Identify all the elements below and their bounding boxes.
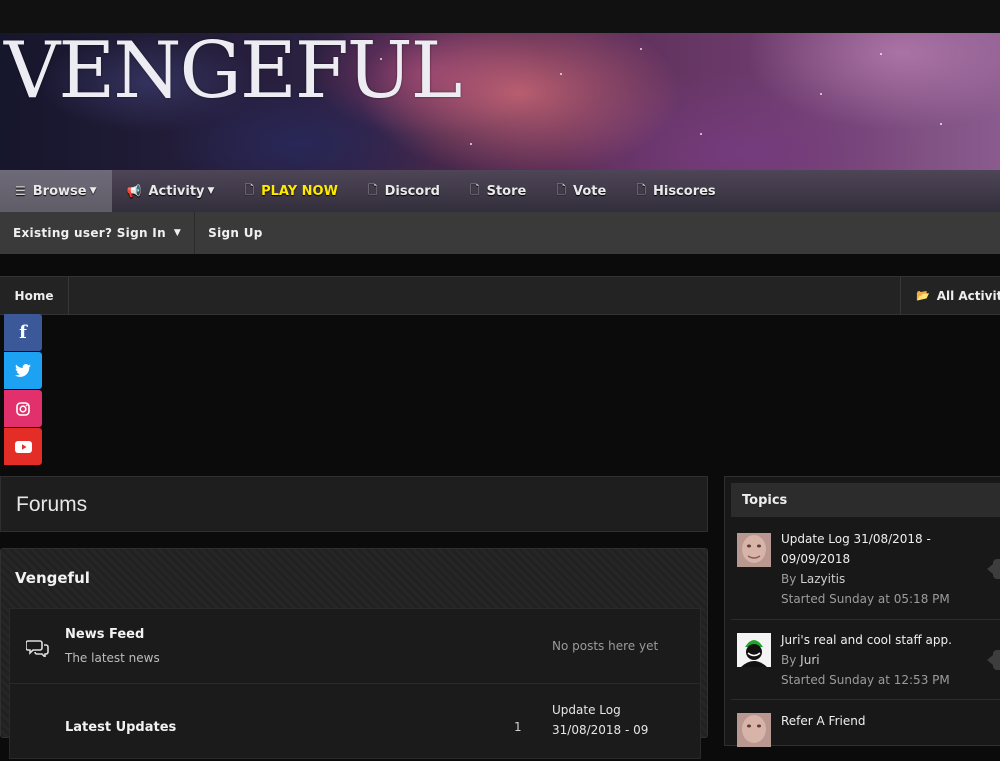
list-icon: ☰ [15,184,26,198]
reply-count-badge [987,559,1000,579]
site-logo[interactable]: VENGEFUL [4,32,462,110]
page-icon: 🗋 [244,182,255,197]
sidebar-title: Topics [731,483,1000,517]
topic-item: Refer A Friend [731,701,1000,761]
facebook-button[interactable]: f [4,314,42,351]
topic-author: By Juri [781,653,820,667]
breadcrumb-home[interactable]: Home [0,277,69,314]
caret-down-icon: ▼ [207,186,215,196]
topics-sidebar: Topics Update Log 31/08/2018 - 09/09/201… [724,476,1000,747]
megaphone-icon: 📢 [126,184,142,198]
folder-icon: 📂 [916,289,930,302]
user-bar: Existing user? Sign In ▼ Sign Up [0,212,1000,254]
forum-row-news-feed: News Feed The latest news No posts here … [9,608,701,684]
chat-bubbles-icon [26,640,49,657]
topic-started: Started Sunday at 12:53 PM [781,673,950,687]
reply-count-badge [987,650,1000,670]
page-icon: 🗋 [636,182,646,197]
breadcrumb: Home 📂 All Activity [0,276,1000,315]
topic-title[interactable]: Update Log 31/08/2018 - 09/09/2018 [781,529,931,569]
avatar[interactable] [737,713,771,747]
forum-description: The latest news [65,651,160,665]
instagram-icon [16,401,30,416]
page-title: Forums [16,493,88,516]
nav-activity[interactable]: 📢 Activity ▼ [112,170,230,212]
nav-hiscores[interactable]: 🗋 Hiscores [621,170,730,212]
youtube-button[interactable] [4,428,42,465]
forum-name[interactable]: News Feed [65,627,144,642]
forum-category: Vengeful News Feed The latest news No po… [0,548,708,759]
nav-store[interactable]: 🗋 Store [455,170,541,212]
main-nav: ☰ Browse ▼ 📢 Activity ▼ 🗋 PLAY NOW 🗋 Dis… [0,170,1000,212]
social-links: f [4,314,42,466]
avatar[interactable] [737,533,771,567]
page-icon: 🗋 [367,182,378,197]
caret-down-icon: ▼ [89,186,97,196]
nav-discord[interactable]: 🗋 Discord [353,170,455,212]
youtube-icon [14,440,32,453]
forum-row-latest-updates: Latest Updates 1 Update Log 31/08/2018 -… [9,683,701,759]
topic-author: By Lazyitis [781,572,846,586]
page-icon: 🗋 [556,182,567,197]
caret-down-icon: ▼ [173,228,182,238]
forum-last-post: No posts here yet [552,639,659,653]
nav-browse[interactable]: ☰ Browse ▼ [0,170,112,212]
nav-vote[interactable]: 🗋 Vote [541,170,621,212]
sign-up-button[interactable]: Sign Up [195,212,276,254]
topic-started: Started Sunday at 05:18 PM [781,592,950,606]
forum-last-post[interactable]: Update Log 31/08/2018 - 09 [552,700,692,740]
facebook-icon: f [19,322,27,343]
topic-item: Update Log 31/08/2018 - 09/09/2018 By La… [731,527,1000,620]
topic-title[interactable]: Juri's real and cool staff app. [781,630,981,650]
avatar[interactable] [737,633,771,667]
instagram-button[interactable] [4,390,42,427]
page-icon: 🗋 [469,182,480,197]
forum-post-count: 1 [514,720,522,734]
topic-title[interactable]: Refer A Friend [781,711,931,731]
sign-in-button[interactable]: Existing user? Sign In ▼ [0,212,196,254]
twitter-icon [15,363,31,377]
all-activity-link[interactable]: 📂 All Activity [900,277,1000,314]
forums-header: Forums [0,476,708,532]
nav-play-now[interactable]: 🗋 PLAY NOW [229,170,353,212]
category-title[interactable]: Vengeful [15,569,90,587]
topic-item: Juri's real and cool staff app. By Juri … [731,620,1000,700]
twitter-button[interactable] [4,352,42,389]
